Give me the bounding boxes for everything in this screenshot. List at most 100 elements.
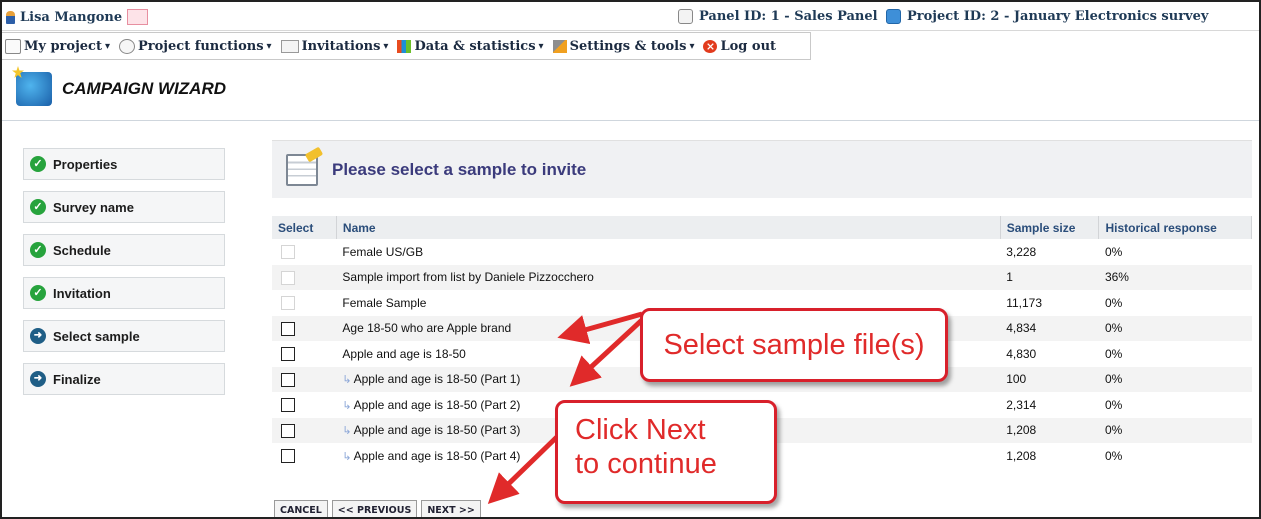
- chevron-down-icon: ▾: [383, 40, 389, 52]
- historical-response: 0%: [1098, 315, 1252, 341]
- project-icon: [886, 9, 901, 24]
- column-header-historical[interactable]: Historical response: [1098, 216, 1252, 239]
- section-title: Please select a sample to invite: [332, 159, 587, 179]
- sample-checkbox[interactable]: [281, 398, 295, 413]
- historical-response: 0%: [1104, 244, 1123, 259]
- historical-response: 36%: [1098, 264, 1252, 290]
- sample-checkbox[interactable]: [281, 372, 295, 387]
- step-label: Survey name: [53, 199, 134, 215]
- tools-icon: [552, 39, 567, 53]
- sample-name: Apple and age is 18-50 (Part 3): [353, 423, 521, 438]
- document-icon: [286, 153, 318, 186]
- menu-label: Data & statistics: [414, 38, 536, 54]
- sample-checkbox[interactable]: [281, 449, 295, 464]
- menu-my-project[interactable]: My project ▾: [2, 38, 116, 54]
- step-schedule[interactable]: ✓ Schedule: [23, 234, 225, 266]
- table-row: Female US/GB 3,228 0%: [272, 239, 1252, 265]
- next-button[interactable]: NEXT >>: [421, 500, 481, 517]
- menu-invitations[interactable]: Invitations ▾: [278, 39, 395, 54]
- callout-text: to continue: [575, 448, 717, 480]
- sub-sample-arrow-icon: ↳: [342, 450, 352, 463]
- check-icon: ✓: [30, 199, 46, 215]
- table-row: Sample import from list by Daniele Pizzo…: [272, 264, 1252, 290]
- chevron-down-icon: ▾: [538, 40, 544, 52]
- historical-response: 0%: [1104, 397, 1123, 412]
- step-label: Properties: [53, 156, 118, 172]
- sample-name: Apple and age is 18-50 (Part 2): [353, 397, 521, 412]
- panel-id-label: Panel ID: 1 - Sales Panel: [699, 9, 878, 24]
- sample-name: Sample import from list by Daniele Pizzo…: [336, 264, 1001, 290]
- sub-sample-arrow-icon: ↳: [342, 374, 352, 387]
- menu-settings-tools[interactable]: Settings & tools ▾: [550, 39, 701, 54]
- menu-log-out[interactable]: × Log out: [700, 39, 782, 54]
- functions-icon: [119, 38, 136, 54]
- historical-response: 0%: [1104, 346, 1123, 361]
- menu-label: Project functions: [138, 38, 264, 54]
- sample-name: Apple and age is 18-50 (Part 4): [353, 448, 521, 463]
- user-name[interactable]: Lisa Mangone: [20, 10, 122, 25]
- sample-size: 4,830: [1006, 346, 1037, 361]
- table-header: Select Name Sample size Historical respo…: [272, 216, 1252, 239]
- app-window: Lisa Mangone Panel ID: 1 - Sales Panel P…: [0, 0, 1261, 519]
- step-finalize[interactable]: ➜ Finalize: [23, 363, 225, 395]
- check-icon: ✓: [30, 156, 46, 172]
- callout-text: Select sample file(s): [663, 328, 925, 361]
- check-icon: ✓: [30, 242, 46, 258]
- step-label: Finalize: [53, 371, 101, 387]
- sample-size: 2,314: [1006, 397, 1037, 412]
- sample-size: 11,173: [1006, 295, 1042, 310]
- menu-project-functions[interactable]: Project functions ▾: [116, 38, 278, 54]
- project-id: Project ID: 2 - January Electronics surv…: [886, 9, 1208, 24]
- previous-button[interactable]: << PREVIOUS: [331, 500, 418, 517]
- sub-sample-arrow-icon: ↳: [342, 399, 352, 412]
- historical-response: 0%: [1098, 366, 1252, 392]
- sample-checkbox[interactable]: [281, 347, 295, 362]
- project-id-label: Project ID: 2 - January Electronics surv…: [907, 9, 1209, 24]
- step-label: Select sample: [53, 328, 140, 344]
- sample-size: 1: [1000, 264, 1099, 290]
- user-info: Lisa Mangone: [6, 9, 149, 25]
- historical-response: 0%: [1104, 448, 1123, 463]
- mail-icon[interactable]: [127, 9, 149, 25]
- menu-data-statistics[interactable]: Data & statistics ▾: [394, 39, 549, 54]
- sample-size: 3,228: [1006, 244, 1037, 259]
- step-select-sample[interactable]: ➜ Select sample: [23, 320, 225, 352]
- step-invitation[interactable]: ✓ Invitation: [23, 277, 225, 309]
- sample-size: 100: [1000, 366, 1099, 392]
- sample-checkbox[interactable]: [281, 423, 295, 438]
- step-properties[interactable]: ✓ Properties: [23, 148, 225, 180]
- callout-select-sample: Select sample file(s): [640, 308, 948, 382]
- page-title: CAMPAIGN WIZARD: [62, 79, 226, 98]
- column-header-name[interactable]: Name: [336, 216, 1001, 239]
- column-header-size[interactable]: Sample size: [1000, 216, 1100, 239]
- sample-checkbox[interactable]: [281, 321, 295, 336]
- menu-label: Log out: [720, 38, 777, 54]
- wizard-header: CAMPAIGN WIZARD: [16, 72, 226, 106]
- envelope-icon: [280, 39, 299, 53]
- callout-text: Click Next: [575, 414, 706, 446]
- historical-response: 0%: [1104, 295, 1123, 310]
- home-icon: [5, 38, 21, 54]
- column-header-select: Select: [272, 216, 337, 239]
- sample-name: Female US/GB: [342, 244, 424, 259]
- chevron-down-icon: ▾: [266, 40, 272, 52]
- menu-label: My project: [24, 38, 102, 54]
- step-label: Schedule: [53, 242, 111, 258]
- logout-icon: ×: [703, 39, 718, 53]
- wizard-icon: [16, 72, 52, 106]
- sample-size: 4,834: [1000, 315, 1099, 341]
- step-survey-name[interactable]: ✓ Survey name: [23, 191, 225, 223]
- sample-name: Apple and age is 18-50 (Part 1): [353, 372, 521, 387]
- sample-size: 1,208: [1006, 448, 1037, 463]
- cancel-button[interactable]: CANCEL: [274, 500, 328, 517]
- check-icon: ✓: [30, 285, 46, 301]
- main-menu: My project ▾ Project functions ▾ Invitat…: [2, 32, 811, 60]
- sample-checkbox: [281, 245, 295, 260]
- menu-label: Invitations: [301, 38, 381, 54]
- historical-response: 0%: [1098, 417, 1252, 443]
- sample-checkbox: [281, 270, 295, 285]
- step-label: Invitation: [53, 285, 111, 301]
- panel-id: Panel ID: 1 - Sales Panel: [678, 9, 878, 24]
- callout-click-next: Click Next to continue: [555, 400, 777, 504]
- arrow-right-icon: ➜: [30, 328, 46, 344]
